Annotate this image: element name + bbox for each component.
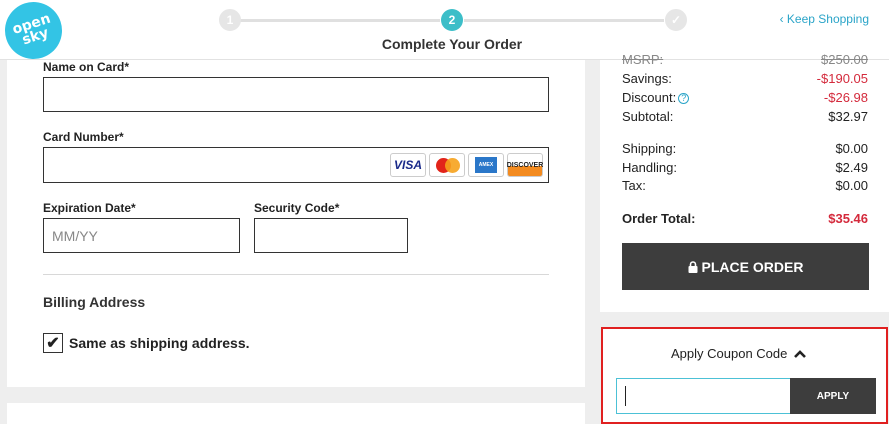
apply-coupon-toggle[interactable]: Apply Coupon Code	[671, 346, 807, 361]
mastercard-logo-icon	[429, 153, 465, 177]
expiration-date-label: Expiration Date*	[43, 201, 136, 215]
same-as-shipping-checkbox[interactable]: ✔	[43, 333, 63, 353]
discover-logo-icon: DISCOVER	[507, 153, 543, 177]
order-total-value: $35.46	[828, 211, 868, 226]
visa-logo-icon: VISA	[390, 153, 426, 177]
same-as-shipping-label[interactable]: Same as shipping address.	[69, 335, 250, 351]
msrp-value: $250.00	[821, 52, 868, 67]
amex-logo-icon: AMEX	[468, 153, 504, 177]
progress-line-1	[240, 19, 440, 22]
coupon-code-input[interactable]	[616, 378, 792, 414]
savings-label: Savings:	[622, 71, 672, 86]
place-order-label: PLACE ORDER	[701, 258, 804, 275]
coupon-section: Apply Coupon Code APPLY	[601, 327, 888, 424]
order-total-row: Order Total: $35.46	[622, 211, 868, 226]
subtotal-label: Subtotal:	[622, 109, 674, 124]
subtotal-value: $32.97	[828, 109, 868, 124]
current-step-label: Complete Your Order	[381, 36, 523, 52]
lock-icon	[688, 260, 698, 273]
step-2-indicator: 2	[441, 9, 463, 31]
apply-coupon-button[interactable]: APPLY	[790, 378, 876, 414]
handling-label: Handling:	[622, 160, 677, 175]
security-code-label: Security Code*	[254, 201, 340, 215]
chevron-up-icon	[794, 349, 807, 358]
order-total-label: Order Total:	[622, 211, 696, 226]
msrp-row: MSRP: $250.00	[622, 52, 868, 67]
text-cursor	[625, 386, 626, 406]
place-order-button[interactable]: PLACE ORDER	[622, 243, 869, 290]
card-number-label: Card Number*	[43, 130, 124, 144]
savings-row: Savings: -$190.05	[622, 71, 868, 86]
keep-shopping-link[interactable]: ‹ Keep Shopping	[780, 12, 869, 26]
handling-value: $2.49	[835, 160, 868, 175]
savings-value: -$190.05	[816, 71, 868, 86]
billing-address-heading: Billing Address	[43, 294, 146, 310]
opensky-logo[interactable]: open sky	[0, 0, 70, 67]
tax-value: $0.00	[835, 178, 868, 193]
security-code-input[interactable]	[254, 218, 408, 253]
order-summary-panel: MSRP: $250.00 Savings: -$190.05 Discount…	[600, 52, 889, 312]
step-3-check-icon: ✓	[665, 9, 687, 31]
card-brand-logos: VISA AMEX DISCOVER	[390, 153, 543, 177]
step-1-indicator: 1	[219, 9, 241, 31]
next-section-panel	[7, 403, 585, 424]
shipping-row: Shipping: $0.00	[622, 141, 868, 156]
card-number-field-wrapper: VISA AMEX DISCOVER	[43, 147, 549, 183]
discount-label: Discount:	[622, 90, 677, 105]
discount-label-group: Discount:?	[622, 90, 690, 105]
help-icon[interactable]: ?	[678, 93, 690, 104]
progress-line-2	[464, 19, 664, 22]
checkmark-icon: ✔	[46, 335, 60, 352]
tax-row: Tax: $0.00	[622, 178, 868, 193]
subtotal-row: Subtotal: $32.97	[622, 109, 868, 124]
discount-row: Discount:? -$26.98	[622, 90, 868, 105]
checkout-header: open sky 1 2 ✓ Complete Your Order ‹ Kee…	[0, 0, 889, 67]
tax-label: Tax:	[622, 178, 646, 193]
shipping-value: $0.00	[835, 141, 868, 156]
name-on-card-label: Name on Card*	[43, 60, 130, 74]
form-divider	[43, 274, 549, 275]
handling-row: Handling: $2.49	[622, 160, 868, 175]
payment-form-panel: Name on Card* Card Number* VISA AMEX DIS…	[7, 60, 585, 387]
discount-value: -$26.98	[823, 90, 868, 105]
expiration-date-input[interactable]	[43, 218, 240, 253]
shipping-label: Shipping:	[622, 141, 677, 156]
msrp-label: MSRP:	[622, 52, 664, 67]
apply-coupon-label: Apply Coupon Code	[671, 346, 788, 361]
name-on-card-input[interactable]	[43, 77, 549, 112]
